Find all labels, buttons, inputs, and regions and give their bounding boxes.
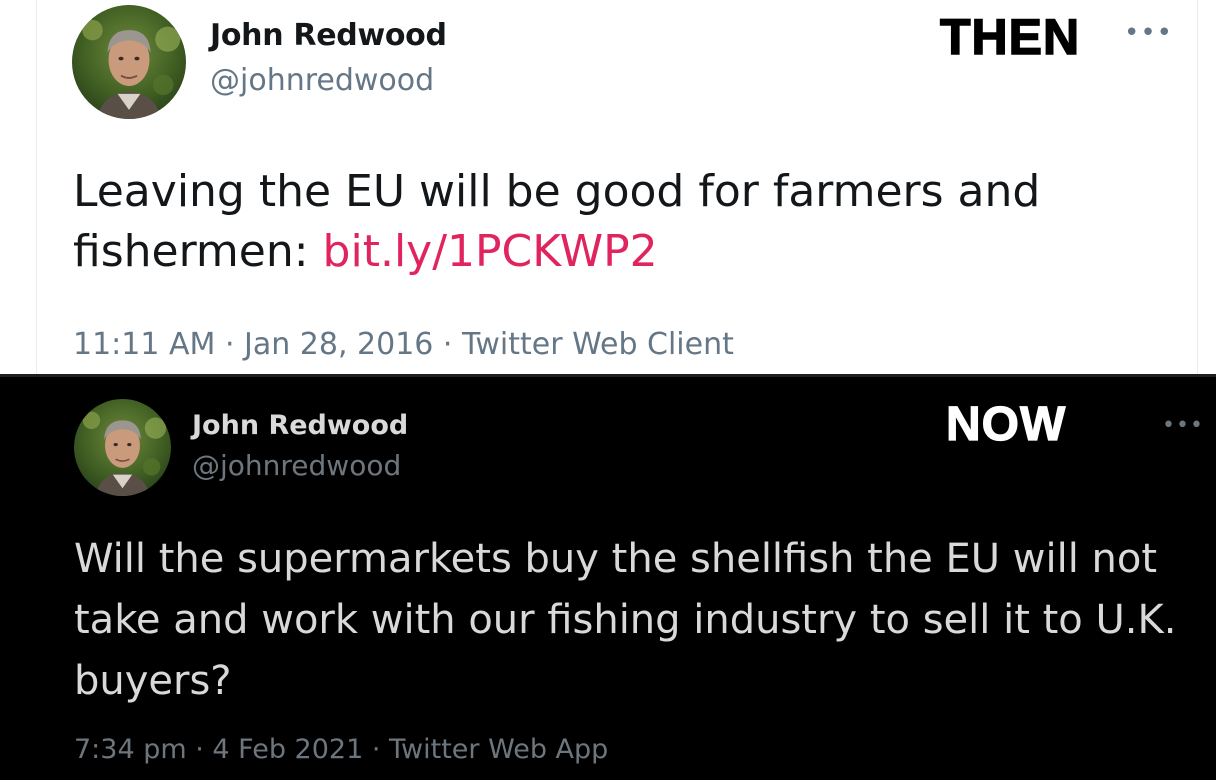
author-name[interactable]: John Redwood: [210, 18, 447, 53]
meta-separator: ·: [186, 734, 213, 765]
author-avatar[interactable]: [72, 5, 186, 119]
tweet-time[interactable]: 7:34 pm: [74, 734, 187, 765]
tweet-text: Leaving the EU will be good for farmers …: [73, 162, 1183, 282]
tweet-link[interactable]: bit.ly/1PCKWP2: [323, 226, 658, 277]
more-horizontal-icon[interactable]: •••: [1124, 18, 1173, 48]
tweet-time[interactable]: 11:11 AM: [73, 327, 215, 362]
tweet-meta: 7:34 pm · 4 Feb 2021 · Twitter Web App: [74, 734, 608, 765]
tweet-text: Will the supermarkets buy the shellfish …: [74, 536, 1177, 704]
author-avatar[interactable]: [74, 399, 171, 496]
then-stamp: THEN: [939, 8, 1081, 66]
card-border-right: [1197, 0, 1198, 376]
more-horizontal-icon[interactable]: •••: [1162, 413, 1204, 438]
meta-separator: ·: [215, 327, 245, 362]
now-tweet-card: John Redwood @johnredwood NOW ••• Will t…: [0, 377, 1216, 780]
tweet-source[interactable]: Twitter Web App: [389, 734, 608, 765]
card-border-left: [36, 0, 37, 376]
then-tweet-card: John Redwood @johnredwood THEN ••• Leavi…: [0, 0, 1216, 376]
tweet-date[interactable]: 4 Feb 2021: [212, 734, 363, 765]
meta-separator: ·: [363, 734, 390, 765]
tweet-date[interactable]: Jan 28, 2016: [244, 327, 433, 362]
author-handle[interactable]: @johnredwood: [192, 449, 401, 482]
comparison-image: John Redwood @johnredwood THEN ••• Leavi…: [0, 0, 1216, 780]
tweet-source[interactable]: Twitter Web Client: [462, 327, 734, 362]
now-stamp: NOW: [945, 397, 1067, 451]
author-name[interactable]: John Redwood: [192, 410, 408, 441]
meta-separator: ·: [433, 327, 462, 362]
author-handle[interactable]: @johnredwood: [210, 63, 434, 98]
tweet-meta: 11:11 AM · Jan 28, 2016 · Twitter Web Cl…: [73, 327, 734, 362]
